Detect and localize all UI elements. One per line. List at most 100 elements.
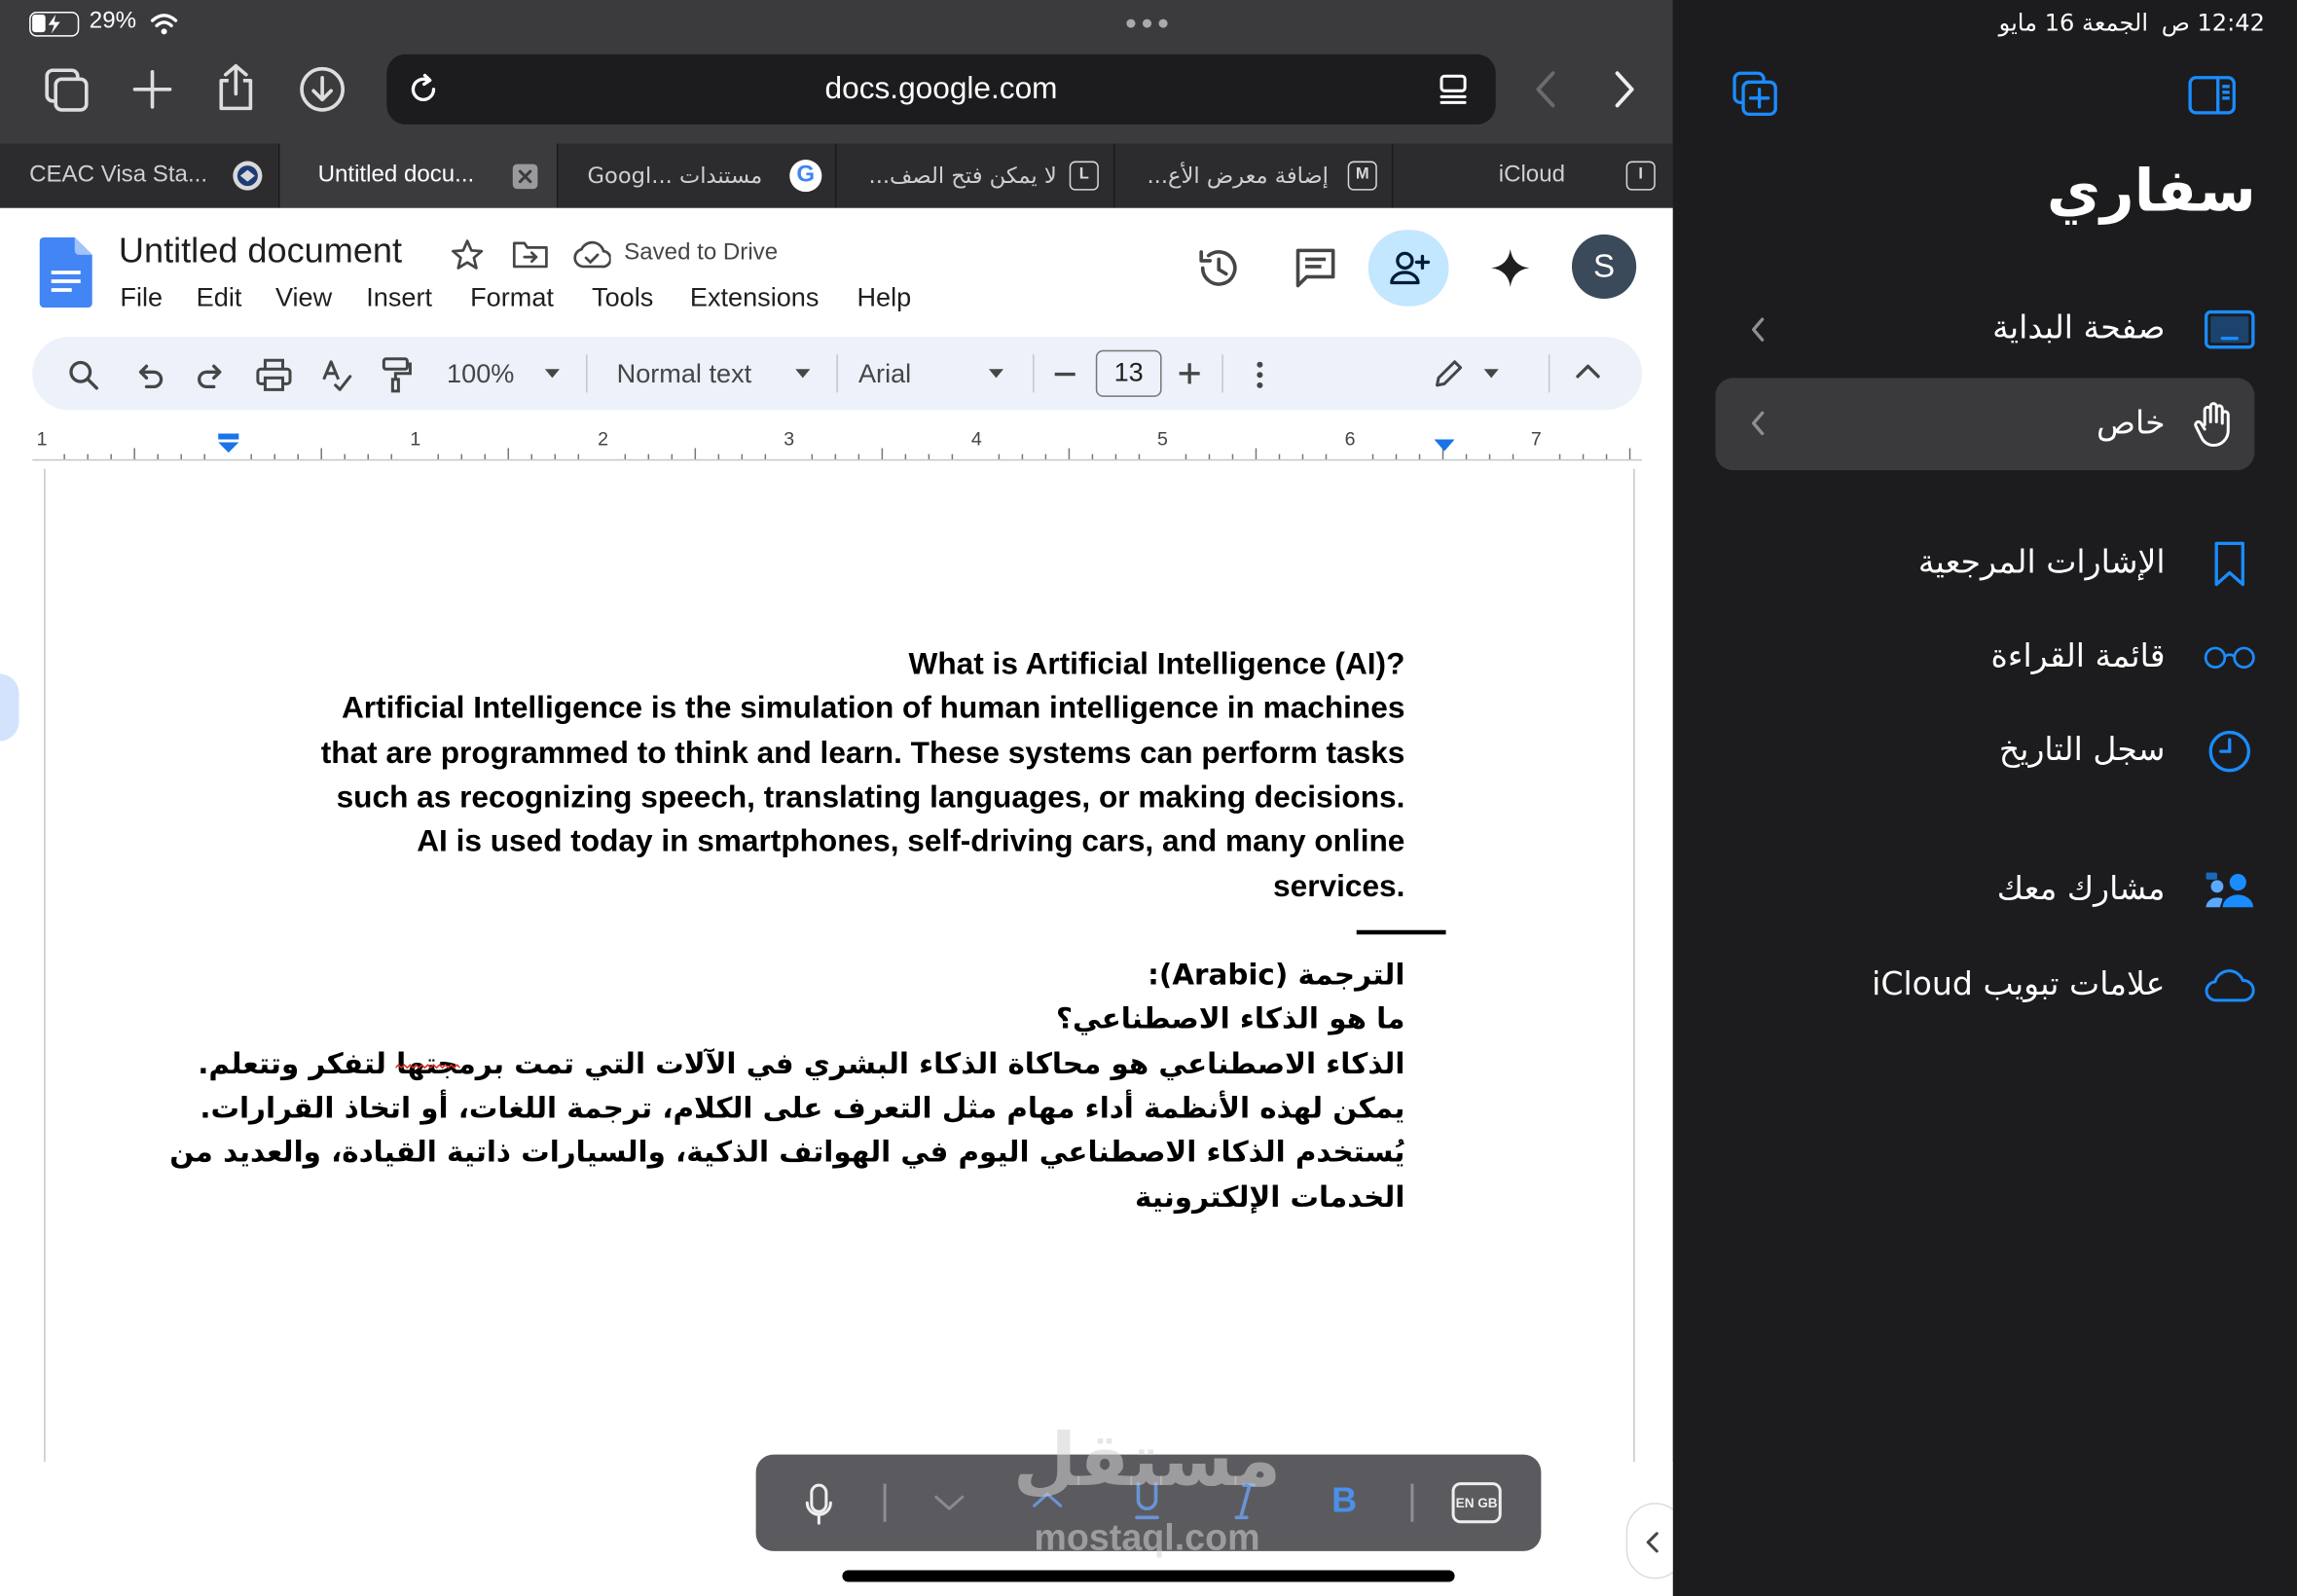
redo-icon[interactable]	[194, 360, 229, 392]
version-history-icon[interactable]	[1195, 244, 1242, 291]
keyboard-language-button[interactable]: EN GB	[1451, 1482, 1502, 1524]
menu-view[interactable]: View	[275, 282, 332, 313]
comments-icon[interactable]	[1293, 244, 1339, 291]
caret-down-icon[interactable]	[794, 368, 812, 380]
arabic-paragraph-line[interactable]: يُستخدم الذكاء الاصطناعي اليوم في الهوات…	[169, 1131, 1404, 1175]
chevron-up-icon[interactable]	[1575, 362, 1601, 380]
move-folder-icon[interactable]	[511, 238, 549, 271]
doc-paragraph-line[interactable]: AI is used today in smartphones, self-dr…	[417, 820, 1404, 864]
caret-down-icon[interactable]	[987, 368, 1004, 380]
caret-down-icon[interactable]	[1482, 368, 1500, 380]
menu-extensions[interactable]: Extensions	[690, 282, 820, 313]
share-button[interactable]	[209, 61, 262, 114]
chevron-left-icon[interactable]	[1749, 316, 1767, 343]
ruler[interactable]: 1 1 2 3 4 5 6 7	[32, 427, 1643, 462]
arabic-paragraph-line[interactable]: الذكاء الاصطناعي هو محاكاة الذكاء البشري…	[198, 1043, 1404, 1087]
sidebar-item-shared-with-you[interactable]: مشارك معك	[1673, 850, 2297, 931]
tab-cannot-open[interactable]: لا يمكن فتح الصف... L	[836, 143, 1115, 208]
menu-format[interactable]: Format	[470, 282, 554, 313]
arabic-paragraph-line[interactable]: يمكن لهذه الأنظمة أداء مهام مثل التعرف ع…	[200, 1087, 1404, 1131]
url-text[interactable]: docs.google.com	[386, 54, 1495, 125]
new-tab-button[interactable]	[126, 63, 178, 116]
clock-icon	[2204, 728, 2256, 775]
cloud-icon	[2204, 962, 2256, 1009]
bold-button[interactable]: B	[1331, 1481, 1357, 1522]
ruler-number: 2	[598, 427, 608, 451]
undo-icon[interactable]	[131, 360, 166, 392]
sidebar-item-label: خاص	[2096, 405, 2166, 443]
decrease-font-size-icon[interactable]	[1053, 372, 1076, 377]
translation-label[interactable]: الترجمة (Arabic):	[1148, 954, 1404, 998]
star-icon[interactable]	[450, 237, 485, 272]
menu-file[interactable]: File	[120, 282, 163, 313]
menu-help[interactable]: Help	[857, 282, 911, 313]
menu-insert[interactable]: Insert	[366, 282, 432, 313]
tab-icloud[interactable]: iCloud I	[1393, 144, 1672, 208]
first-line-indent-marker[interactable]	[217, 432, 240, 455]
print-icon[interactable]	[255, 357, 293, 392]
account-avatar[interactable]: S	[1571, 234, 1637, 300]
doc-paragraph-line[interactable]: that are programmed to think and learn. …	[321, 733, 1405, 777]
caret-down-icon[interactable]	[543, 368, 561, 380]
status-date: الجمعة 16 مايو	[1998, 9, 2149, 37]
back-button[interactable]	[1520, 63, 1573, 116]
sidebar-item-history[interactable]: سجل التاريخ	[1673, 710, 2297, 792]
sidebar-item-start-page[interactable]: صفحة البداية	[1673, 289, 2297, 371]
document-page[interactable]: What is Artificial Intelligence (AI)? Ar…	[44, 468, 1635, 1466]
increase-font-size-icon[interactable]	[1178, 362, 1201, 385]
new-tab-group-icon[interactable]	[1732, 70, 1778, 117]
tab-overview-button[interactable]	[40, 63, 92, 116]
google-g-icon: G	[789, 160, 822, 193]
more-options-icon[interactable]	[1254, 359, 1265, 391]
menu-edit[interactable]: Edit	[197, 282, 242, 313]
tab-untitled-document[interactable]: Untitled docu...	[279, 143, 559, 208]
editing-mode-pencil-icon[interactable]	[1433, 357, 1465, 389]
arabic-heading[interactable]: ما هو الذكاء الاصطناعي؟	[1056, 998, 1404, 1041]
status-ampm: ص	[2161, 9, 2190, 37]
toolbar-divider	[1033, 354, 1035, 393]
reader-format-icon[interactable]	[1436, 72, 1471, 107]
sidebar-toggle-icon[interactable]	[2187, 75, 2237, 116]
chevron-left-icon[interactable]	[1749, 410, 1767, 436]
sidebar-item-private[interactable]: خاص	[1715, 378, 2255, 471]
font-size-input[interactable]: 13	[1095, 349, 1162, 397]
doc-paragraph-line[interactable]: such as recognizing speech, translating …	[337, 777, 1405, 820]
tab-strip: CEAC Visa Sta... Untitled docu... مستندا…	[0, 143, 1673, 208]
spellcheck-icon[interactable]	[319, 357, 354, 392]
side-panel-handle[interactable]	[0, 673, 19, 742]
docs-logo-icon[interactable]	[39, 236, 92, 308]
arabic-paragraph-line[interactable]: الخدمات الإلكترونية	[1135, 1177, 1404, 1220]
home-indicator[interactable]	[842, 1570, 1455, 1582]
font-select[interactable]: Arial	[858, 337, 911, 410]
battery-icon	[29, 12, 80, 37]
menu-tools[interactable]: Tools	[592, 282, 653, 313]
microphone-icon[interactable]	[804, 1482, 833, 1526]
forward-button[interactable]	[1597, 63, 1650, 116]
paragraph-style-select[interactable]: Normal text	[617, 337, 752, 410]
zoom-select[interactable]: 100%	[447, 337, 514, 410]
sidebar-item-reading-list[interactable]: قائمة القراءة	[1673, 617, 2297, 699]
gemini-sparkle-icon[interactable]	[1488, 246, 1532, 290]
tab-add-gallery[interactable]: إضافة معرض الأع... M	[1114, 143, 1394, 208]
doc-paragraph-line[interactable]: Artificial Intelligence is the simulatio…	[342, 687, 1404, 731]
search-icon[interactable]	[67, 359, 99, 391]
sidebar-item-label: قائمة القراءة	[1990, 638, 2166, 675]
paint-format-icon[interactable]	[381, 356, 413, 394]
sidebar-item-bookmarks[interactable]: الإشارات المرجعية	[1673, 523, 2297, 604]
right-indent-marker[interactable]	[1433, 438, 1456, 453]
document-title[interactable]: Untitled document	[119, 232, 402, 272]
save-status: Saved to Drive	[624, 239, 779, 266]
sidebar-item-icloud-tabs[interactable]: علامات تبويب iCloud	[1673, 945, 2297, 1027]
multitasking-dots-icon[interactable]	[1125, 18, 1169, 29]
status-clock: 12:42 ص الجمعة 16 مايو	[1999, 9, 2265, 37]
close-tab-icon[interactable]	[512, 163, 538, 190]
ruler-number: 1	[36, 427, 48, 451]
doc-heading[interactable]: What is Artificial Intelligence (AI)?	[909, 643, 1405, 687]
share-doc-button[interactable]	[1367, 230, 1449, 307]
address-bar[interactable]: docs.google.com	[386, 54, 1496, 125]
doc-paragraph-line[interactable]: services.	[1273, 866, 1404, 910]
tab-ceac[interactable]: CEAC Visa Sta...	[0, 143, 280, 208]
tab-google-docs[interactable]: مستندات ...Googl G	[558, 143, 837, 208]
chevron-down-icon[interactable]	[933, 1493, 966, 1513]
downloads-button[interactable]	[296, 63, 348, 116]
